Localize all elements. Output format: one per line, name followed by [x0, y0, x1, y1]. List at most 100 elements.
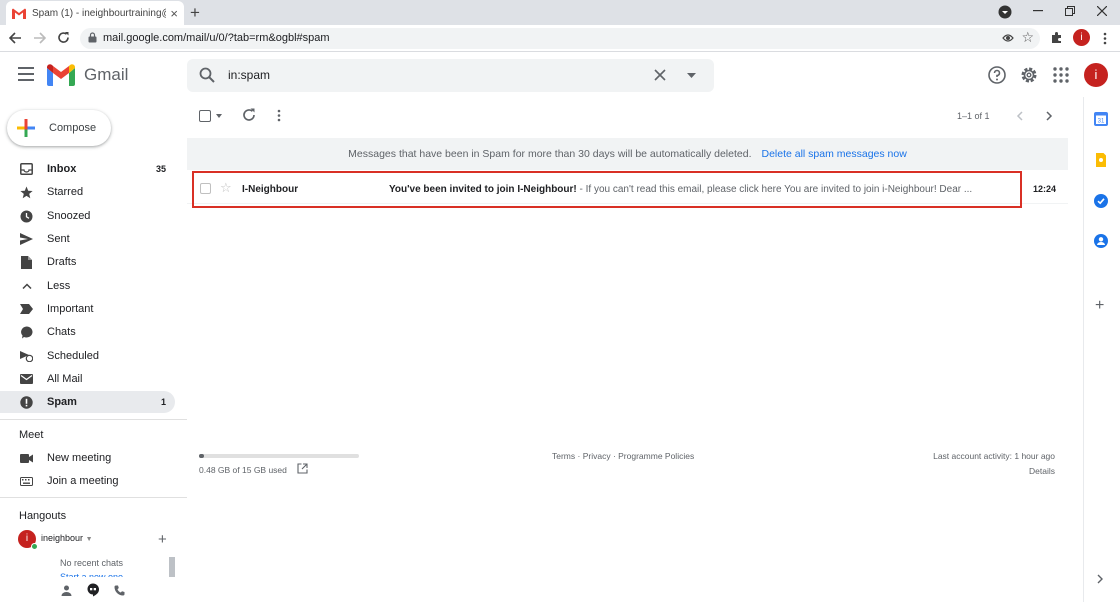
side-panel [1083, 97, 1120, 602]
minimize-icon[interactable] [1033, 10, 1043, 12]
older-page-chevron-left-icon[interactable] [1016, 111, 1023, 121]
join-meeting-button[interactable]: Join a meeting [0, 470, 175, 492]
sidebar-item-label: Spam [47, 396, 77, 408]
apps-grid-icon[interactable] [1051, 65, 1071, 85]
newer-page-chevron-right-icon[interactable] [1046, 111, 1053, 121]
email-time: 12:24 [1033, 184, 1057, 194]
phone-icon[interactable] [114, 585, 125, 596]
star-toggle-icon[interactable]: ☆ [220, 180, 232, 196]
sidebar-item-spam[interactable]: Spam 1 [0, 391, 175, 413]
sidebar-item-inbox[interactable]: Inbox 35 [0, 158, 175, 180]
calendar-icon[interactable]: 31 [1094, 112, 1108, 126]
sidebar-item-all-mail[interactable]: All Mail [0, 368, 175, 390]
extensions-icon[interactable] [1050, 31, 1063, 44]
bookmark-star-icon[interactable]: ☆ [1021, 29, 1034, 46]
select-options-caret-icon[interactable] [216, 114, 222, 118]
activity-details-link[interactable]: Details [1029, 466, 1055, 476]
main-menu-icon[interactable] [18, 67, 34, 81]
sidebar-item-sent[interactable]: Sent [0, 228, 175, 250]
sidebar-item-starred[interactable]: Starred [0, 181, 175, 203]
open-storage-external-icon[interactable] [297, 463, 308, 474]
gmail-favicon-icon [12, 8, 26, 19]
scheduled-icon [20, 350, 33, 363]
video-icon [20, 452, 33, 465]
refresh-icon[interactable] [242, 108, 256, 122]
pagination-text: 1–1 of 1 [957, 111, 990, 121]
sidebar-item-important[interactable]: Important [0, 298, 175, 320]
clock-icon [20, 210, 33, 223]
search-options-icon[interactable] [687, 73, 696, 78]
account-avatar[interactable]: i [1084, 63, 1108, 87]
browser-profile-avatar[interactable]: i [1073, 29, 1090, 46]
new-meeting-button[interactable]: New meeting [0, 447, 175, 469]
search-icon[interactable] [199, 67, 215, 83]
help-icon[interactable] [987, 65, 1007, 85]
sidebar-item-label: Scheduled [47, 350, 99, 362]
sidebar-item-label: Chats [47, 326, 76, 338]
inbox-icon [20, 163, 33, 176]
sidebar-item-label: Sent [47, 233, 70, 245]
sidebar-item-label: Snoozed [47, 210, 91, 222]
clear-search-icon[interactable] [654, 69, 666, 81]
sidebar-item-label: Inbox [47, 163, 77, 175]
no-recent-chats-text: No recent chats [60, 558, 124, 568]
restore-icon[interactable] [1065, 6, 1075, 16]
browser-tab[interactable]: Spam (1) - ineighbourtraining@g × [6, 1, 184, 25]
tasks-icon[interactable] [1094, 194, 1108, 208]
sidebar-item-label: All Mail [47, 373, 83, 385]
keep-icon[interactable] [1094, 153, 1108, 167]
contacts-addon-icon[interactable] [1094, 234, 1108, 248]
settings-gear-icon[interactable] [1019, 65, 1039, 85]
email-select-checkbox[interactable] [200, 183, 211, 194]
profile-menu-icon[interactable] [998, 5, 1012, 19]
reload-icon[interactable] [57, 31, 70, 44]
privacy-link[interactable]: Privacy [583, 451, 611, 461]
hangouts-section-title: Hangouts [19, 510, 67, 522]
hangouts-user-name[interactable]: ineighbour ▼ [41, 533, 93, 543]
start-new-chat-link[interactable]: Start a new one [60, 571, 123, 577]
address-bar[interactable]: mail.google.com/mail/u/0/?tab=rm&ogbl#sp… [80, 28, 1040, 49]
more-options-icon[interactable] [277, 109, 281, 122]
caret-down-icon: ▼ [85, 536, 93, 543]
new-chat-plus-icon[interactable]: + [158, 531, 167, 548]
sidebar-item-less[interactable]: Less [0, 275, 175, 297]
chat-icon [20, 326, 33, 339]
compose-plus-icon [17, 119, 35, 137]
get-addons-plus-icon[interactable]: + [1095, 297, 1104, 315]
hangouts-scrollbar[interactable] [169, 557, 175, 577]
send-icon [20, 233, 33, 246]
spam-notice-text: Messages that have been in Spam for more… [348, 148, 752, 160]
sidebar-divider [0, 419, 187, 420]
browser-menu-icon[interactable] [1103, 32, 1107, 45]
select-all-checkbox[interactable] [199, 110, 211, 122]
sidebar-item-drafts[interactable]: Drafts [0, 251, 175, 273]
mail-icon [20, 373, 33, 386]
footer-separator: · [575, 451, 583, 461]
delete-all-spam-link[interactable]: Delete all spam messages now [761, 148, 906, 160]
hangouts-username-text: ineighbour [41, 533, 84, 543]
sidebar-item-snoozed[interactable]: Snoozed [0, 205, 175, 227]
sidebar-item-label: Less [47, 280, 71, 292]
back-icon[interactable] [9, 32, 22, 44]
email-snippet: - If you can't read this email, please c… [576, 184, 973, 195]
url-text: mail.google.com/mail/u/0/?tab=rm&ogbl#sp… [103, 32, 330, 44]
tab-title: Spam (1) - ineighbourtraining@g [32, 7, 167, 19]
search-input[interactable]: in:spam [228, 68, 270, 82]
sidebar-item-label: Join a meeting [47, 475, 119, 487]
search-bar[interactable]: in:spam [187, 59, 714, 92]
close-window-icon[interactable] [1097, 6, 1107, 16]
terms-link[interactable]: Terms [552, 451, 575, 461]
sidebar-divider [0, 497, 187, 498]
new-tab-button[interactable]: + [190, 3, 200, 23]
forward-icon[interactable] [33, 32, 46, 44]
show-side-panel-chevron-icon[interactable] [1097, 574, 1103, 584]
sidebar-item-chats[interactable]: Chats [0, 321, 175, 343]
tab-close-icon[interactable]: × [170, 7, 178, 20]
hangouts-chat-icon[interactable] [86, 583, 100, 597]
sidebar-item-scheduled[interactable]: Scheduled [0, 345, 175, 367]
unread-count: 35 [155, 164, 166, 174]
programme-policies-link[interactable]: Programme Policies [618, 451, 694, 461]
eye-icon[interactable] [1002, 32, 1014, 44]
compose-button[interactable]: Compose [7, 110, 111, 146]
contacts-icon[interactable] [61, 585, 72, 596]
